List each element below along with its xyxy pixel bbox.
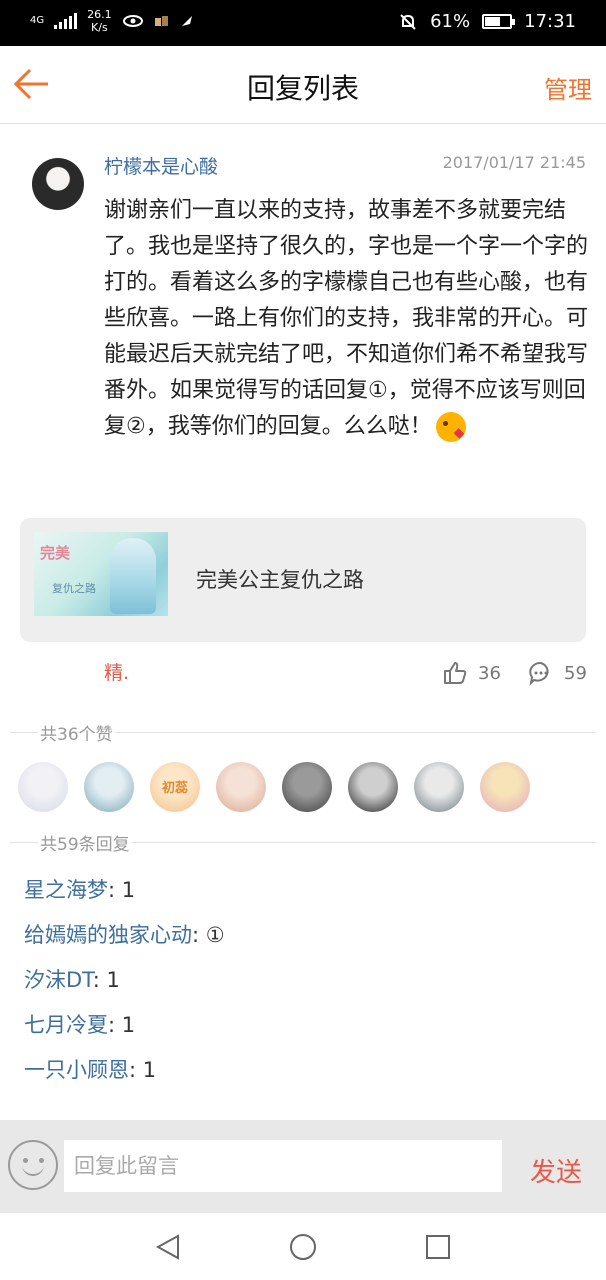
post-text: 谢谢亲们一直以来的支持，故事差不多就要完结了。我也是坚持了很久的，字也是一个字一…: [104, 198, 589, 439]
reply-item[interactable]: 汐沫DT: 1: [24, 962, 225, 1007]
reply-item[interactable]: 七月冷夏: 1: [24, 1007, 225, 1052]
cover-title: 完美: [40, 544, 71, 562]
reply-input[interactable]: [64, 1140, 502, 1192]
comment-button[interactable]: 59: [528, 660, 587, 686]
kiss-emoji-icon: [435, 412, 466, 442]
reply-item[interactable]: 给嫣嫣的独家心动: ①: [24, 917, 225, 962]
reply-author[interactable]: 给嫣嫣的独家心动: [24, 923, 192, 947]
nav-back-icon[interactable]: [154, 1233, 182, 1261]
comment-count: 59: [564, 662, 587, 684]
nav-home-icon[interactable]: [289, 1233, 317, 1261]
eye-icon: [122, 15, 143, 27]
author-name[interactable]: 柠檬本是心酸: [104, 152, 218, 179]
like-count: 36: [478, 662, 501, 684]
like-button[interactable]: 36: [442, 660, 501, 686]
system-nav-bar: [0, 1212, 606, 1280]
book-title: 完美公主复仇之路: [196, 568, 364, 592]
reply-text: : 1: [129, 1058, 157, 1082]
book-cover: 完美 复仇之路: [34, 532, 168, 616]
reply-item[interactable]: 一只小顾恩: 1: [24, 1052, 225, 1097]
liker-avatar[interactable]: [480, 762, 530, 812]
reply-author[interactable]: 七月冷夏: [24, 1013, 108, 1037]
battery-percent: 61%: [430, 11, 471, 32]
featured-badge: 精.: [104, 662, 130, 684]
liker-avatar[interactable]: [216, 762, 266, 812]
signal-icon: [54, 13, 78, 29]
reply-list: 星之海梦: 1 给嫣嫣的独家心动: ① 汐沫DT: 1 七月冷夏: 1 一只小顾恩: 1: [24, 872, 225, 1097]
manage-button[interactable]: 管理: [544, 70, 592, 105]
app-notification-icon: [154, 16, 168, 26]
page-title: 回复列表: [246, 72, 359, 105]
replies-section-header: 共59条回复: [10, 830, 596, 855]
post-date: 2017/01/17 21:45: [442, 153, 586, 172]
speed-unit: K/s: [91, 21, 108, 34]
status-left: 4G 26.1 K/s: [30, 8, 194, 34]
liker-avatar[interactable]: 初蕊: [150, 762, 200, 812]
send-button[interactable]: 发送: [530, 1152, 582, 1189]
liker-avatar[interactable]: [282, 762, 332, 812]
reply-author[interactable]: 一只小顾恩: [24, 1058, 129, 1082]
reply-author[interactable]: 汐沫DT: [24, 968, 93, 992]
speed-value: 26.1: [87, 8, 112, 21]
reply-text: : 1: [108, 878, 136, 902]
network-type: 4G: [30, 15, 45, 26]
reply-item[interactable]: 星之海梦: 1: [24, 872, 225, 917]
reply-text: : 1: [92, 968, 120, 992]
comment-icon: [529, 661, 549, 686]
replies-total: 共59条回复: [38, 830, 132, 855]
reply-text: : 1: [108, 1013, 136, 1037]
liker-avatar-list: 初蕊: [18, 762, 530, 812]
emoji-icon[interactable]: [8, 1140, 58, 1190]
liker-avatar[interactable]: [414, 762, 464, 812]
liker-avatar-text: 初蕊: [161, 781, 188, 796]
status-bar: 4G 26.1 K/s 61% 17:31: [0, 0, 606, 46]
cover-illustration: [110, 538, 156, 614]
app-header: 回复列表 管理: [0, 46, 606, 124]
likes-total: 共36个赞: [38, 720, 115, 745]
cover-subtitle: 复仇之路: [52, 582, 96, 595]
reply-input-bar: 发送: [0, 1120, 606, 1212]
network-speed: 26.1 K/s: [87, 8, 112, 34]
likes-section-header: 共36个赞: [10, 720, 596, 745]
status-right: 61% 17:31: [398, 11, 576, 32]
clock: 17:31: [524, 11, 576, 32]
like-icon: [444, 662, 467, 684]
liker-avatar[interactable]: [348, 762, 398, 812]
reply-text: : ①: [192, 923, 225, 947]
liker-avatar[interactable]: [18, 762, 68, 812]
liker-avatar[interactable]: [84, 762, 134, 812]
battery-icon: [482, 14, 516, 29]
reply-author[interactable]: 星之海梦: [24, 878, 108, 902]
author-avatar[interactable]: [32, 158, 84, 210]
nav-recent-icon[interactable]: [424, 1233, 452, 1261]
mute-icon: [400, 13, 416, 30]
leaf-notification-icon: [181, 16, 192, 26]
book-card[interactable]: 完美 复仇之路 完美公主复仇之路: [20, 518, 586, 642]
post-body: 谢谢亲们一直以来的支持，故事差不多就要完结了。我也是坚持了很久的，字也是一个字一…: [104, 193, 588, 445]
